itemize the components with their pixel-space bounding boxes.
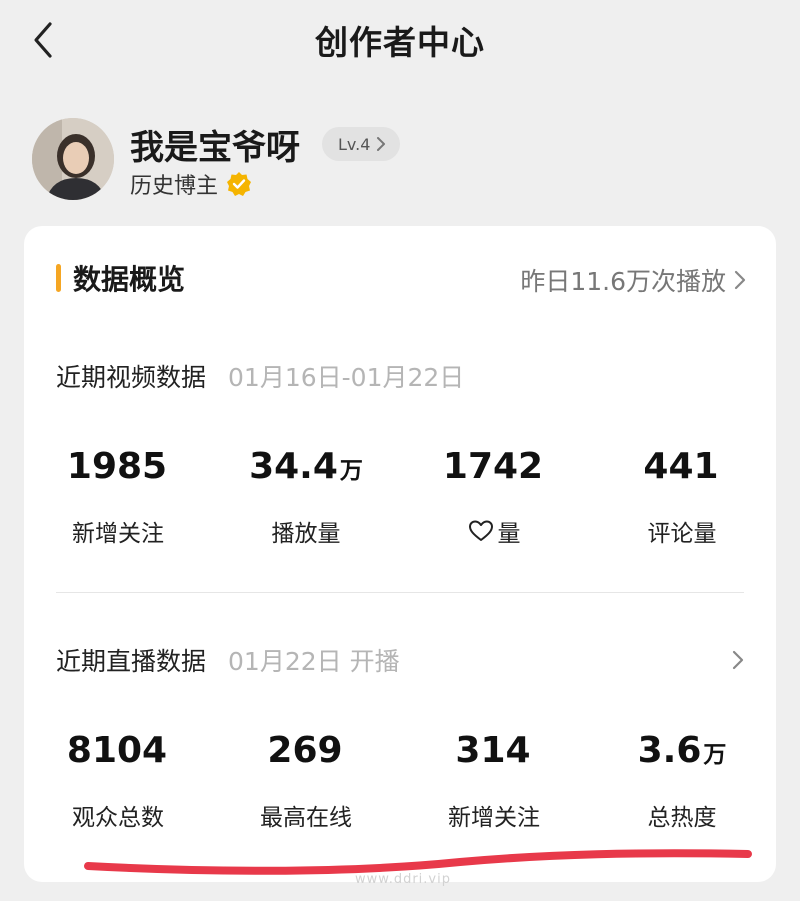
- stat-new-followers[interactable]: 1985 新增关注: [24, 446, 212, 576]
- stat-live-new-followers[interactable]: 314 新增关注: [400, 730, 588, 860]
- video-data-date: 01月16日-01月22日: [228, 363, 465, 392]
- stat-plays[interactable]: 34.4万 播放量: [212, 446, 400, 576]
- stat-total-heat[interactable]: 3.6万 总热度: [588, 730, 776, 860]
- accent-bar: [56, 264, 61, 292]
- live-data-arrow[interactable]: [732, 650, 744, 674]
- avatar[interactable]: [32, 118, 114, 200]
- stat-value: 1985: [66, 446, 168, 487]
- stat-value: 269: [267, 730, 343, 771]
- yesterday-plays-link[interactable]: 昨日11.6万次播放: [520, 262, 746, 298]
- chevron-right-icon: [377, 137, 386, 151]
- level-badge[interactable]: Lv.4: [322, 127, 401, 161]
- stat-total-viewers[interactable]: 8104 观众总数: [24, 730, 212, 860]
- stat-value: 314: [455, 730, 531, 771]
- profile-category: 历史博主: [130, 174, 219, 199]
- heart-icon: [468, 520, 493, 541]
- stat-label: 观众总数: [72, 805, 164, 831]
- stat-peak-online[interactable]: 269 最高在线: [212, 730, 400, 860]
- live-data-date: 01月22日 开播: [228, 647, 400, 676]
- chevron-right-icon: [734, 270, 746, 290]
- page-title: 创作者中心: [315, 23, 485, 62]
- level-label: Lv.4: [338, 134, 371, 154]
- profile-subtitle: 历史博主: [130, 168, 252, 200]
- watermark: www.ddri.vip: [355, 872, 451, 887]
- stat-value: 8104: [66, 730, 168, 771]
- username: 我是宝爷呀: [130, 128, 300, 168]
- top-bar: 创作者中心: [0, 0, 800, 80]
- video-data-header: 近期视频数据 01月16日-01月22日: [56, 358, 464, 394]
- profile-header: 我是宝爷呀 Lv.4 历史博主: [32, 118, 772, 208]
- stat-comments[interactable]: 441 评论量: [588, 446, 776, 576]
- live-data-header[interactable]: 近期直播数据 01月22日 开播: [56, 642, 400, 678]
- section-header: 数据概览: [56, 258, 185, 298]
- stat-label: 播放量: [271, 521, 341, 547]
- stat-label: 评论量: [647, 521, 717, 547]
- stat-label: 量: [400, 514, 588, 548]
- video-data-title: 近期视频数据: [56, 363, 207, 392]
- live-data-title: 近期直播数据: [56, 647, 207, 676]
- avatar-image: [32, 118, 114, 200]
- stat-value: 34.4万: [249, 446, 363, 487]
- stat-value: 3.6万: [637, 730, 727, 771]
- stat-value: 1742: [442, 446, 544, 487]
- stat-label: 新增关注: [72, 521, 164, 547]
- stat-label: 新增关注: [448, 805, 540, 831]
- divider: [56, 592, 744, 593]
- section-title: 数据概览: [73, 263, 186, 296]
- verified-badge-icon: [227, 172, 252, 196]
- stat-likes[interactable]: 1742 量: [400, 446, 588, 576]
- video-stats: 1985 新增关注 34.4万 播放量 1742 量 441 评论量: [24, 446, 776, 576]
- data-overview-card: 数据概览 昨日11.6万次播放 近期视频数据 01月16日-01月22日 198…: [24, 226, 776, 882]
- live-stats: 8104 观众总数 269 最高在线 314 新增关注 3.6万 总热度: [24, 730, 776, 860]
- stat-label: 总热度: [647, 805, 717, 831]
- yesterday-plays-text: 昨日11.6万次播放: [520, 267, 726, 296]
- stat-label: 最高在线: [260, 805, 352, 831]
- chevron-right-icon: [732, 650, 744, 670]
- stat-value: 441: [643, 446, 719, 487]
